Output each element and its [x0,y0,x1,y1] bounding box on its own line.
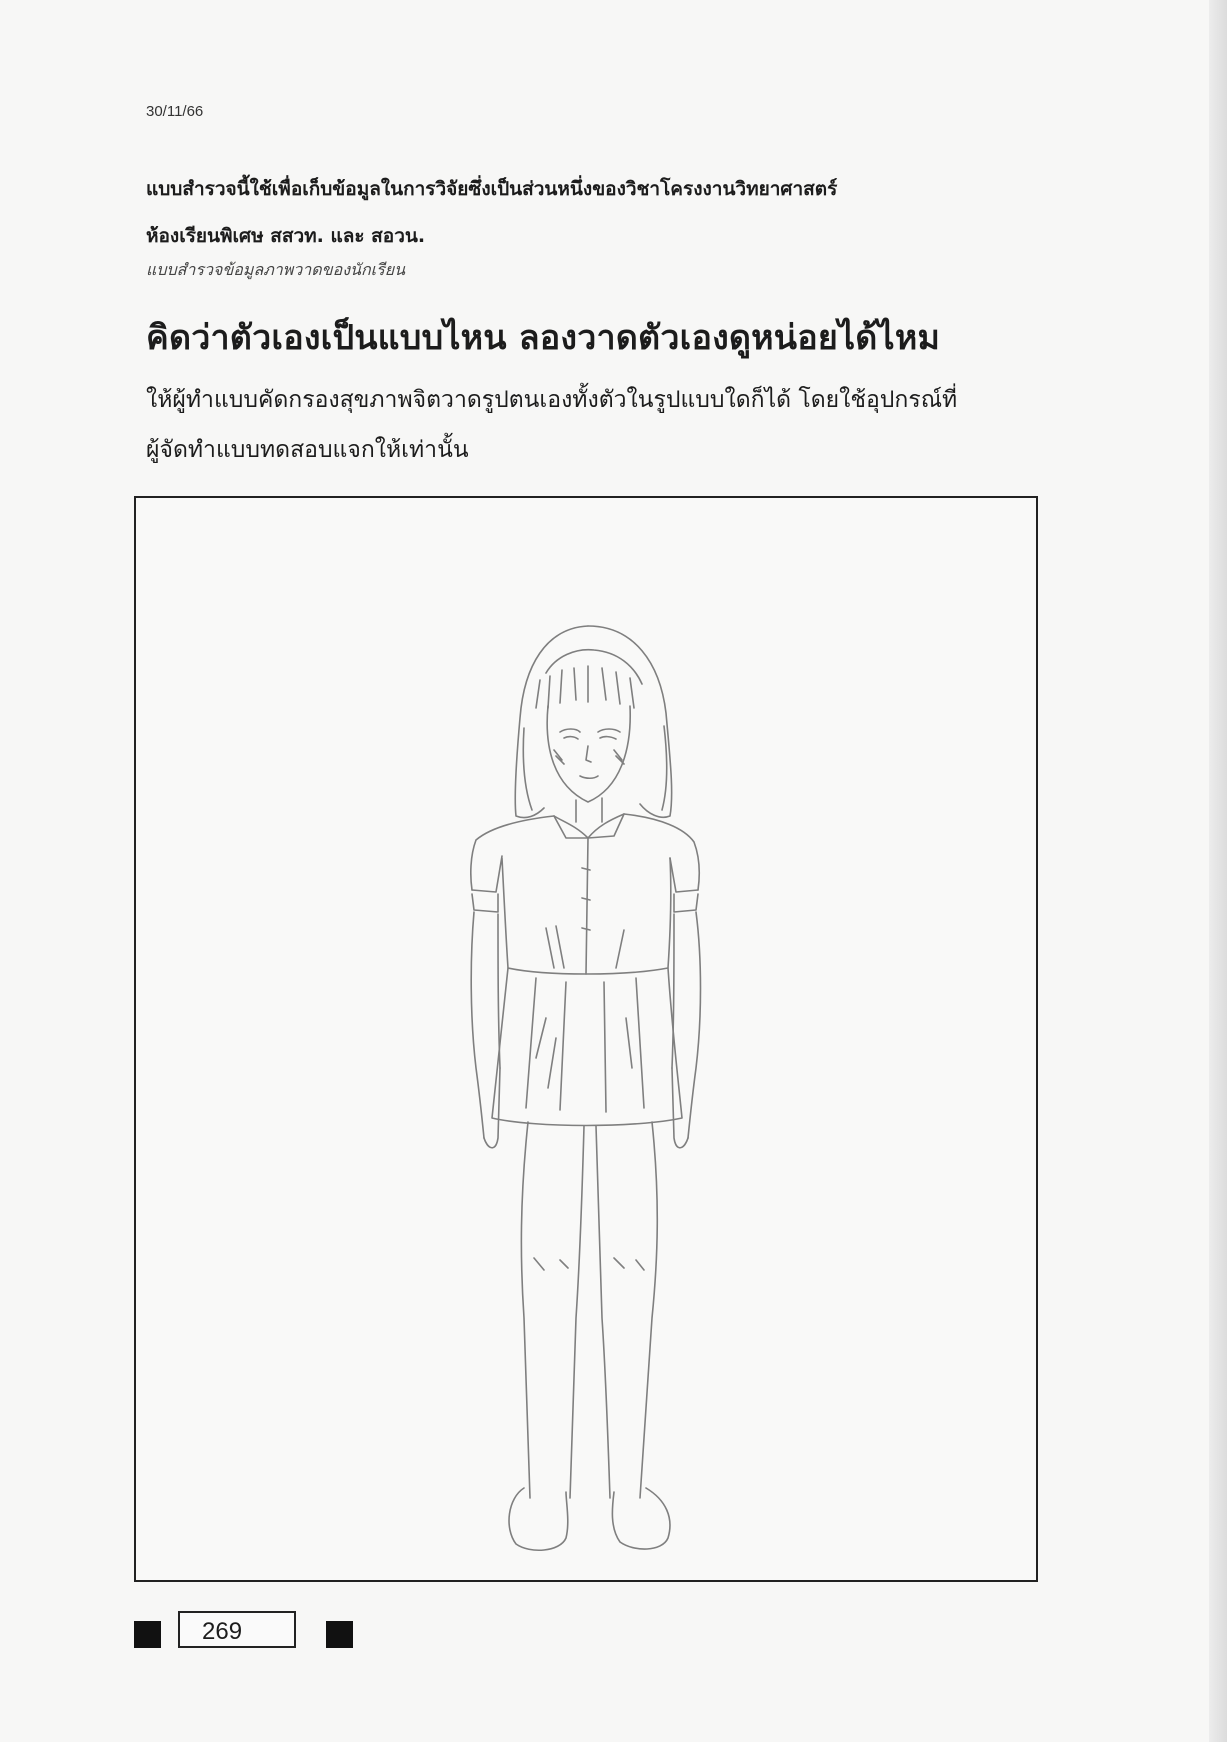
question-title: คิดว่าตัวเองเป็นแบบไหน ลองวาดตัวเองดูหน่… [146,318,941,358]
respondent-id-box: 269 [178,1611,296,1648]
intro-line-2: ห้องเรียนพิเศษ สสวท. และ สอวน. [146,225,426,247]
survey-date: 30/11/66 [146,103,204,120]
page-edge [1209,0,1227,1742]
survey-subtitle: แบบสำรวจข้อมูลภาพวาดของนักเรียน [146,260,406,279]
intro-line-1: แบบสำรวจนี้ใช้เพื่อเก็บข้อมูลในการวิจัยซ… [146,178,838,200]
registration-mark-left [134,1621,161,1648]
drawing-area[interactable] [134,496,1038,1582]
registration-mark-right [326,1621,353,1648]
instruction-line-1: ให้ผู้ทำแบบคัดกรองสุขภาพจิตวาดรูปตนเองทั… [146,387,958,413]
self-portrait-sketch [470,625,702,1551]
instruction-line-2: ผู้จัดทำแบบทดสอบแจกให้เท่านั้น [146,437,469,463]
